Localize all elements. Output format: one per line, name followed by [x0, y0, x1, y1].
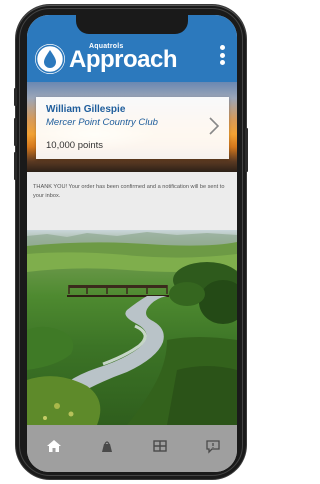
user-name: William Gillespie	[46, 104, 126, 115]
app-screen: Aquatrols Approach William Gillespie Mer…	[27, 15, 237, 472]
shop-icon[interactable]	[98, 437, 116, 455]
chevron-right-icon[interactable]	[207, 116, 221, 136]
points-balance: 10,000 points	[46, 140, 104, 151]
club-name: Mercer Point Country Club	[46, 117, 158, 128]
water-drop-logo-icon	[35, 44, 65, 74]
brand-title: Approach	[69, 46, 178, 73]
phone-notch	[76, 15, 188, 34]
golf-course-photo	[27, 230, 237, 425]
bottom-nav-bar	[27, 425, 237, 472]
messages-icon[interactable]	[204, 437, 222, 455]
kebab-menu-icon[interactable]	[219, 45, 225, 65]
home-icon[interactable]	[45, 437, 63, 455]
rewards-icon[interactable]	[151, 437, 169, 455]
phone-volume-down-button	[14, 152, 17, 180]
confirmation-message-area: THANK YOU! Your order has been confirmed…	[27, 172, 237, 230]
phone-volume-up-button	[14, 118, 17, 146]
confirmation-message: THANK YOU! Your order has been confirmed…	[33, 184, 225, 199]
profile-card[interactable]: William Gillespie Mercer Point Country C…	[36, 97, 229, 159]
phone-power-button	[245, 128, 248, 172]
phone-side-button	[14, 88, 17, 106]
